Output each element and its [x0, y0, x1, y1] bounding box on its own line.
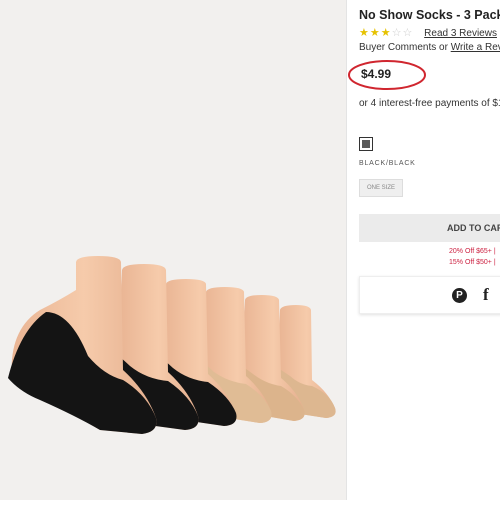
- star-icon: ★: [380, 27, 392, 39]
- price-block: $4.99: [347, 59, 427, 91]
- buyer-comments: Buyer Comments or Write a Revi: [359, 42, 500, 53]
- write-review-link[interactable]: Write a Revi: [451, 42, 500, 53]
- product-image: [0, 0, 346, 500]
- color-label: BLACK/BLACK: [359, 160, 416, 167]
- swatch-color: [362, 140, 370, 148]
- read-reviews-link[interactable]: Read 3 Reviews: [424, 28, 497, 39]
- price: $4.99: [361, 67, 392, 81]
- star-icon: ★: [369, 27, 381, 39]
- color-swatch[interactable]: [359, 137, 373, 151]
- star-icon: ☆: [391, 27, 403, 39]
- promo-line-2: 15% Off $50+ |: [449, 259, 496, 266]
- socks-photo: [8, 256, 336, 434]
- pinterest-icon[interactable]: P: [452, 288, 467, 303]
- star-rating: ★★★☆☆: [359, 27, 414, 39]
- product-info-panel: No Show Socks - 3 Pack ★★★☆☆ Read 3 Revi…: [348, 0, 500, 500]
- comments-prefix: Buyer Comments or: [359, 42, 451, 53]
- share-box: P f: [359, 276, 500, 314]
- add-to-cart-button[interactable]: ADD TO CAR: [359, 214, 500, 242]
- installments-text: or 4 interest-free payments of $1: [359, 98, 500, 109]
- facebook-icon[interactable]: f: [483, 285, 489, 305]
- product-title: No Show Socks - 3 Pack: [359, 8, 500, 22]
- star-icon: ★: [359, 27, 370, 39]
- star-icon: ☆: [402, 27, 414, 39]
- promo-line-1: 20% Off $65+ |: [449, 248, 496, 255]
- rating-row: ★★★☆☆ Read 3 Reviews: [359, 26, 497, 39]
- size-button[interactable]: ONE SIZE: [359, 179, 403, 197]
